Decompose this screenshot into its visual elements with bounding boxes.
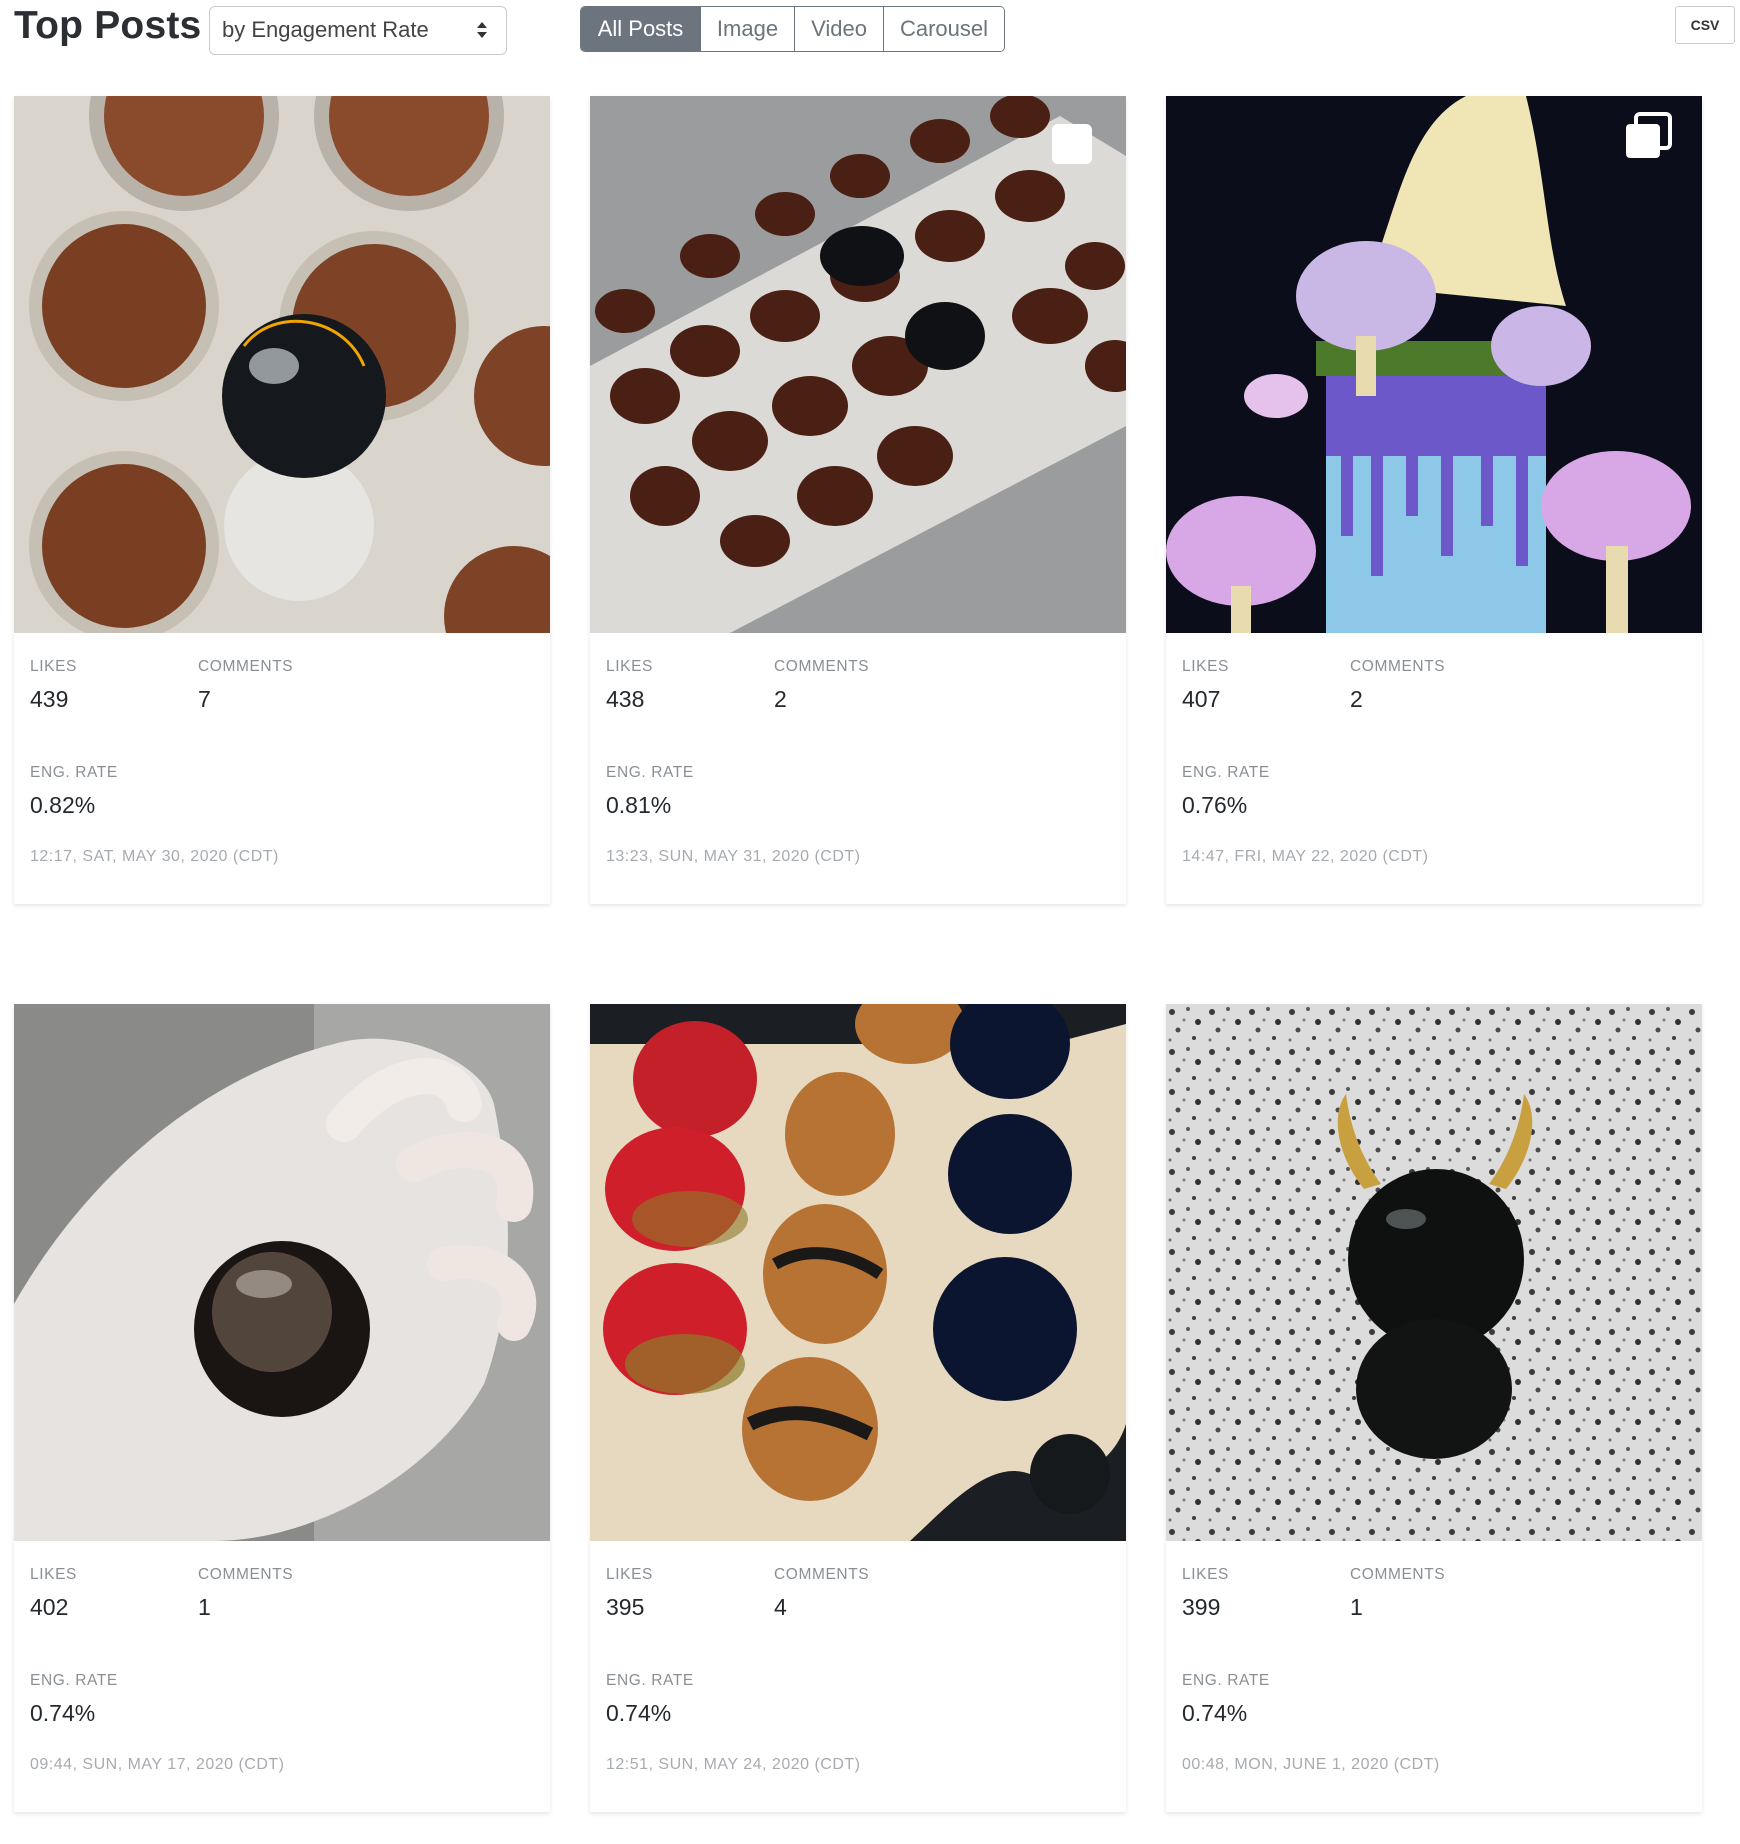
sort-select-value: by Engagement Rate: [222, 17, 429, 42]
post-image[interactable]: [590, 1004, 1126, 1541]
eng-rate-value: 0.74%: [606, 1700, 672, 1726]
eng-rate-value: 0.74%: [30, 1700, 96, 1726]
post-card[interactable]: LIKES 438 COMMENTS 2 ENG. RATE 0.81% 13:…: [590, 96, 1126, 904]
likes-label: LIKES: [30, 1566, 77, 1583]
comments-value: 4: [774, 1594, 787, 1620]
likes-label: LIKES: [606, 658, 653, 675]
filter-carousel[interactable]: Carousel: [883, 7, 1004, 51]
filter-all-posts[interactable]: All Posts: [581, 7, 700, 51]
likes-value: 402: [30, 1594, 69, 1620]
post-card[interactable]: LIKES 407 COMMENTS 2 ENG. RATE 0.76% 14:…: [1166, 96, 1702, 904]
post-timestamp: 14:47, FRI, MAY 22, 2020 (CDT): [1182, 848, 1429, 865]
post-timestamp: 12:51, SUN, MAY 24, 2020 (CDT): [606, 1756, 861, 1773]
comments-value: 1: [1350, 1594, 1363, 1620]
eng-rate-value: 0.82%: [30, 792, 96, 818]
post-image[interactable]: [590, 96, 1126, 633]
comments-label: COMMENTS: [774, 1566, 870, 1583]
post-image[interactable]: [14, 1004, 550, 1541]
comments-label: COMMENTS: [198, 1566, 294, 1583]
filter-image[interactable]: Image: [700, 7, 794, 51]
likes-value: 395: [606, 1594, 645, 1620]
comments-label: COMMENTS: [198, 658, 294, 675]
comments-value: 2: [1350, 686, 1363, 712]
likes-value: 407: [1182, 686, 1221, 712]
eng-rate-label: ENG. RATE: [606, 1672, 694, 1689]
post-image[interactable]: [1166, 1004, 1702, 1541]
post-type-filter: All Posts Image Video Carousel: [580, 6, 1005, 52]
page-title: Top Posts: [14, 4, 202, 47]
post-card[interactable]: LIKES 399 COMMENTS 1 ENG. RATE 0.74% 00:…: [1166, 1004, 1702, 1812]
likes-label: LIKES: [606, 1566, 653, 1583]
comments-label: COMMENTS: [1350, 1566, 1446, 1583]
post-timestamp: 12:17, SAT, MAY 30, 2020 (CDT): [30, 848, 279, 865]
carousel-icon: [1052, 124, 1092, 164]
likes-value: 399: [1182, 1594, 1221, 1620]
post-image[interactable]: [1166, 96, 1702, 633]
eng-rate-value: 0.76%: [1182, 792, 1248, 818]
select-arrows-icon: [477, 22, 487, 38]
csv-export-button[interactable]: CSV: [1675, 6, 1735, 44]
likes-label: LIKES: [1182, 658, 1229, 675]
eng-rate-label: ENG. RATE: [30, 1672, 118, 1689]
post-timestamp: 00:48, MON, JUNE 1, 2020 (CDT): [1182, 1756, 1440, 1773]
post-card[interactable]: LIKES 439 COMMENTS 7 ENG. RATE 0.82% 12:…: [14, 96, 550, 904]
eng-rate-value: 0.74%: [1182, 1700, 1248, 1726]
post-timestamp: 09:44, SUN, MAY 17, 2020 (CDT): [30, 1756, 285, 1773]
filter-video[interactable]: Video: [794, 7, 883, 51]
likes-value: 438: [606, 686, 645, 712]
likes-value: 439: [30, 686, 69, 712]
post-card[interactable]: LIKES 395 COMMENTS 4 ENG. RATE 0.74% 12:…: [590, 1004, 1126, 1812]
post-card[interactable]: LIKES 402 COMMENTS 1 ENG. RATE 0.74% 09:…: [14, 1004, 550, 1812]
likes-label: LIKES: [1182, 1566, 1229, 1583]
comments-value: 2: [774, 686, 787, 712]
toolbar: Top Posts by Engagement Rate All Posts I…: [0, 0, 1740, 80]
comments-label: COMMENTS: [774, 658, 870, 675]
eng-rate-label: ENG. RATE: [30, 764, 118, 781]
post-timestamp: 13:23, SUN, MAY 31, 2020 (CDT): [606, 848, 861, 865]
comments-value: 1: [198, 1594, 211, 1620]
eng-rate-label: ENG. RATE: [1182, 1672, 1270, 1689]
comments-value: 7: [198, 686, 211, 712]
sort-select[interactable]: by Engagement Rate: [209, 6, 507, 55]
post-image[interactable]: [14, 96, 550, 633]
comments-label: COMMENTS: [1350, 658, 1446, 675]
eng-rate-label: ENG. RATE: [1182, 764, 1270, 781]
eng-rate-value: 0.81%: [606, 792, 672, 818]
likes-label: LIKES: [30, 658, 77, 675]
eng-rate-label: ENG. RATE: [606, 764, 694, 781]
